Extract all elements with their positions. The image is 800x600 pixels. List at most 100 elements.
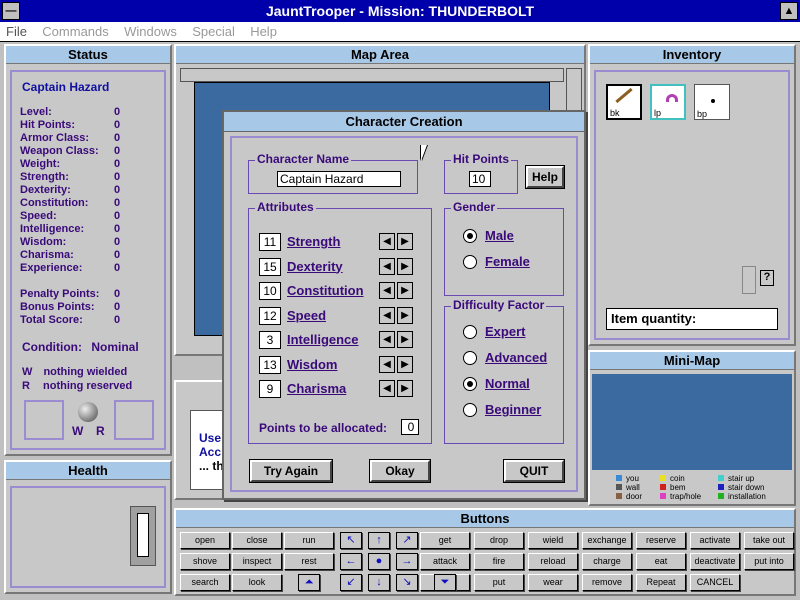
ne-arrow-icon[interactable]: ↗ <box>396 532 418 549</box>
difficulty-radio-normal[interactable] <box>463 377 477 391</box>
stat-label: Strength: <box>20 171 69 183</box>
increase-arrow-icon[interactable]: ▶ <box>397 233 413 250</box>
character-name-input[interactable]: Captain Hazard <box>277 171 401 187</box>
menu-windows[interactable]: Windows <box>118 22 183 42</box>
legend-item: trap/hole <box>660 492 701 501</box>
action-button-fire[interactable]: fire <box>474 553 524 570</box>
action-button-reserve[interactable]: reserve <box>636 532 686 549</box>
action-button-run[interactable]: run <box>284 532 334 549</box>
w-arrow-icon[interactable]: ← <box>340 553 362 570</box>
increase-arrow-icon[interactable]: ▶ <box>397 306 413 324</box>
action-button-drop[interactable]: drop <box>474 532 524 549</box>
action-button-put-into[interactable]: put into <box>744 553 794 570</box>
hit-points-group: Hit Points 10 <box>444 152 518 194</box>
action-button-put[interactable]: put <box>474 574 524 591</box>
system-menu-icon[interactable]: — <box>2 2 20 20</box>
try-again-button[interactable]: Try Again <box>249 459 333 483</box>
menu-commands[interactable]: Commands <box>36 22 114 42</box>
attribute-wisdom: Wisdom <box>287 356 338 372</box>
attributes-group: Attributes 11 Strength ◀ ▶ 15 Dexterity ◀ ▶ 10 Co… <box>248 200 432 444</box>
decrease-arrow-icon[interactable]: ◀ <box>379 355 395 373</box>
decrease-arrow-icon[interactable]: ◀ <box>379 282 395 299</box>
action-button-exchange[interactable]: exchange <box>582 532 632 549</box>
difficulty-radio-beginner[interactable] <box>463 403 477 417</box>
action-button-open[interactable]: open <box>180 532 230 549</box>
legend-label: trap/hole <box>670 492 702 501</box>
difficulty-radio-advanced[interactable] <box>463 351 477 365</box>
quantity-spinner[interactable] <box>742 266 756 294</box>
action-button-remove[interactable]: remove <box>582 574 632 591</box>
increase-arrow-icon[interactable]: ▶ <box>397 355 413 373</box>
quit-button[interactable]: QUIT <box>503 459 565 483</box>
action-button-charge[interactable]: charge <box>582 553 632 570</box>
window-title-bar: — JauntTrooper - Mission: THUNDERBOLT ▲ <box>0 0 800 22</box>
gender-radio-male[interactable] <box>463 229 477 243</box>
s-arrow-icon[interactable]: ↓ <box>368 574 390 591</box>
stat-value: 0 <box>114 223 121 235</box>
n-arrow-icon[interactable]: ↑ <box>368 532 390 549</box>
help-button[interactable]: Help <box>525 165 565 189</box>
map-hscroll-top[interactable] <box>180 68 564 82</box>
inventory-item-bk[interactable]: bk <box>606 84 642 120</box>
action-button-search[interactable]: search <box>180 574 230 591</box>
attribute-strength: Strength <box>287 234 341 249</box>
decrease-arrow-icon[interactable]: ◀ <box>379 306 395 324</box>
wielded-slot[interactable] <box>24 400 64 440</box>
maximize-icon[interactable]: ▲ <box>780 2 798 20</box>
stat-value: 0 <box>114 184 121 196</box>
condition-row: Condition: Nominal <box>22 340 139 354</box>
action-button-close[interactable]: close <box>232 532 282 549</box>
action-button-repeat[interactable]: Repeat <box>636 574 686 591</box>
wait-arrow-icon[interactable]: ● <box>368 553 390 570</box>
decrease-arrow-icon[interactable]: ◀ <box>379 331 395 348</box>
se-arrow-icon[interactable]: ↘ <box>396 574 418 591</box>
action-button-attack[interactable]: attack <box>420 553 470 570</box>
e-arrow-icon[interactable]: → <box>396 553 418 570</box>
menu-help[interactable]: Help <box>244 22 283 42</box>
action-button-take-out[interactable]: take out <box>744 532 794 549</box>
reserved-value: nothing reserved <box>43 380 133 392</box>
action-button-look[interactable]: look <box>232 574 282 591</box>
increase-arrow-icon[interactable]: ▶ <box>397 257 413 275</box>
action-button-cancel[interactable]: CANCEL <box>690 574 740 591</box>
minimap-view[interactable] <box>592 374 792 470</box>
action-button-activate[interactable]: activate <box>690 532 740 549</box>
menu-file[interactable]: File <box>0 22 33 42</box>
action-button-eat[interactable]: eat <box>636 553 686 570</box>
inventory-item-lp[interactable]: lp <box>650 84 686 120</box>
stat-label: Weight: <box>20 158 61 170</box>
decrease-arrow-icon[interactable]: ◀ <box>379 233 395 250</box>
attribute-value: 10 <box>259 282 281 300</box>
inventory-item-bp[interactable]: bp <box>694 84 730 120</box>
action-button-get[interactable]: get <box>420 532 470 549</box>
action-button-reload[interactable]: reload <box>528 553 578 570</box>
increase-arrow-icon[interactable]: ▶ <box>397 331 413 348</box>
inventory-help-button[interactable]: ? <box>760 270 774 286</box>
action-button-wear[interactable]: wear <box>528 574 578 591</box>
item-quantity-field[interactable]: Item quantity: <box>606 308 778 330</box>
up-stair-icon[interactable]: ⏶ <box>298 574 320 591</box>
stat-value: 0 <box>114 210 121 222</box>
laser-pistol-icon <box>666 94 678 102</box>
difficulty-radio-expert[interactable] <box>463 325 477 339</box>
sw-arrow-icon[interactable]: ↙ <box>340 574 362 591</box>
difficulty-label-beginner: Beginner <box>485 402 542 417</box>
reserved-slot[interactable] <box>114 400 154 440</box>
okay-button[interactable]: Okay <box>369 459 431 483</box>
decrease-arrow-icon[interactable]: ◀ <box>379 257 395 275</box>
legend-item: coin <box>660 474 685 483</box>
increase-arrow-icon[interactable]: ▶ <box>397 282 413 299</box>
action-button-deactivate[interactable]: deactivate <box>690 553 740 570</box>
action-button-inspect[interactable]: inspect <box>232 553 282 570</box>
points-value: 0 <box>114 288 121 300</box>
nw-arrow-icon[interactable]: ↖ <box>340 532 362 549</box>
menu-special[interactable]: Special <box>186 22 241 42</box>
gender-radio-female[interactable] <box>463 255 477 269</box>
minimap-title: Mini-Map <box>590 352 794 370</box>
decrease-arrow-icon[interactable]: ◀ <box>379 380 395 397</box>
increase-arrow-icon[interactable]: ▶ <box>397 380 413 397</box>
action-button-wield[interactable]: wield <box>528 532 578 549</box>
action-button-rest[interactable]: rest <box>284 553 334 570</box>
action-button-shove[interactable]: shove <box>180 553 230 570</box>
down-stair-icon[interactable]: ⏷ <box>434 574 456 591</box>
